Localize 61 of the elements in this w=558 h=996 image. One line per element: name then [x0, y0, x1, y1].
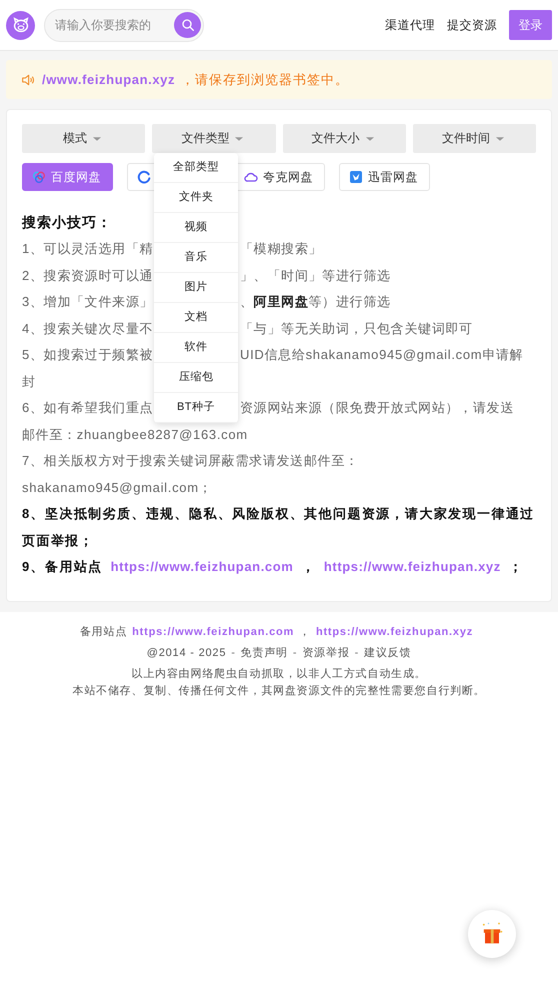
tip-text: 9、备用站点	[22, 558, 103, 576]
tips-title: 搜索小技巧：	[22, 213, 112, 232]
footer-link[interactable]: 建议反馈	[364, 644, 412, 660]
rings-icon	[31, 169, 47, 185]
footer-text: 备用站点	[80, 624, 128, 640]
tip-text: 「模糊搜索」	[240, 240, 322, 258]
tip-text: 封	[22, 374, 36, 388]
footer-text: 本站不储存、复制、传播任何文件，其网盘资源文件的完整性需要您自行判断。	[72, 684, 486, 698]
menu-item[interactable]: BT种子	[154, 393, 238, 423]
tip-text: 2、搜索资源时可以通	[22, 268, 154, 282]
tip-text: 4、搜索关键次尽量不	[22, 320, 154, 336]
site-link[interactable]: https://www.feizhupan.xyz	[324, 554, 501, 580]
filter-dropdown[interactable]: 模式	[22, 124, 146, 153]
footer-link[interactable]: 免责声明	[240, 644, 288, 660]
tip-text: ；	[508, 558, 524, 576]
menu-item[interactable]: 全部类型	[154, 153, 238, 183]
search-icon	[180, 16, 196, 32]
tip-text: 3、增加「文件来源」	[22, 294, 154, 309]
ring-icon	[136, 169, 152, 185]
source-button[interactable]: 迅雷网盘	[339, 163, 430, 191]
separator: -	[231, 646, 236, 660]
tip-text: 8、坚决抵制劣质、违规、隐私、风险版权、其他问题资源，请大家发现一律通过页面举报；	[22, 506, 535, 548]
menu-item[interactable]: 压缩包	[154, 363, 238, 393]
footer-text: @2014 - 2025	[146, 646, 226, 660]
tip-text: 1、可以灵活选用「精	[22, 241, 154, 256]
tip-text: ，	[301, 558, 316, 576]
footer-link[interactable]: 资源举报	[302, 644, 350, 660]
search-field[interactable]: 请输入你要搜索的	[44, 8, 204, 42]
tip-text: 5、如搜索过于频繁被	[22, 347, 154, 362]
tip-text: 6、如有希望我们重点	[22, 400, 154, 415]
footer-text: 以上内容由网络爬虫自动抓取，以非人工方式自动生成。	[132, 666, 426, 682]
notice-text: ，请保存到浏览器书签中。	[181, 70, 350, 88]
nav-link[interactable]: 渠道代理	[385, 16, 435, 34]
separator: -	[354, 646, 360, 660]
site-link[interactable]: https://www.feizhupan.xyz	[316, 624, 474, 640]
menu-item[interactable]: 视频	[154, 213, 238, 243]
tip-text: 、阿里网盘等）进行筛选	[240, 293, 391, 311]
tip-text: 邮件至：zhuangbee8287@163.com	[22, 426, 248, 444]
menu-item[interactable]: 软件	[154, 333, 238, 363]
menu-item[interactable]: 图片	[154, 273, 238, 303]
login-button[interactable]: 登录	[509, 10, 552, 40]
tip-text: shakanamo945@gmail.com；	[22, 478, 212, 497]
tip-text: 7、相关版权方对于搜索关键词屏蔽需求请发送邮件至：	[22, 452, 359, 470]
filter-dropdown[interactable]: 文件时间	[412, 124, 536, 153]
filter-dropdown[interactable]: 文件大小	[282, 124, 406, 153]
tip-text: 「与」等无关助词，只包含关键词即可	[240, 320, 473, 338]
bird-icon	[348, 169, 364, 185]
filter-dropdown[interactable]: 文件类型	[152, 124, 276, 153]
menu-item[interactable]: 音乐	[154, 243, 238, 273]
menu-item[interactable]: 文档	[154, 303, 238, 333]
nav-link[interactable]: 提交资源	[447, 16, 497, 34]
menu-item[interactable]: 文件夹	[154, 183, 238, 213]
site-link[interactable]: https://www.feizhupan.com	[132, 624, 294, 640]
pig-logo-icon[interactable]	[6, 10, 35, 40]
tip-text: UID信息给shakanamo945@gmail.com申请解	[240, 346, 524, 364]
tip-text: 资源网站来源（限免费开放式网站），请发送	[240, 399, 514, 417]
source-button[interactable]: 百度网盘	[22, 163, 113, 191]
site-link[interactable]: https://www.feizhupan.com	[110, 554, 294, 580]
tip-text: 」、「时间」等进行筛选	[240, 266, 391, 284]
separator: -	[292, 646, 298, 660]
footer-text: ，	[299, 624, 311, 640]
